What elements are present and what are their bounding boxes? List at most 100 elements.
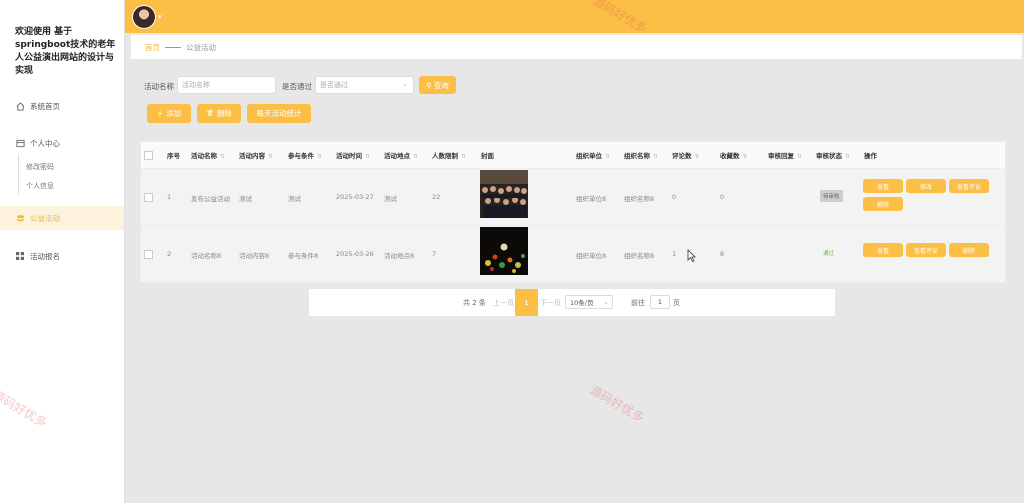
cell-org: 组织名称8 — [624, 252, 655, 260]
activity-table: 序号 活动名称 ⇅ 活动内容 ⇅ 参与条件 ⇅ 活动时间 ⇅ 活动地点 ⇅ 人数限制 ⇅ 封… — [140, 141, 1006, 283]
col-favorites[interactable]: 收藏数 ⇅ — [720, 150, 748, 160]
col-content[interactable]: 活动内容 ⇅ — [239, 150, 273, 160]
col-comments[interactable]: 评论数 ⇅ — [672, 150, 700, 160]
view-comments-button[interactable]: 查看评论 — [906, 243, 946, 257]
cell-comments: 0 — [672, 193, 677, 201]
sidebar-item-label: 公益活动 — [30, 213, 60, 223]
trash-icon: 🗑 — [206, 110, 214, 117]
sidebar-item-center[interactable]: 个人中心 — [0, 131, 124, 155]
submenu-line — [18, 154, 19, 194]
cell-time: 2025-03-26 — [336, 250, 374, 258]
cell-favorites: 8 — [720, 250, 725, 258]
cell-condition: 测试 — [288, 195, 301, 203]
table-row: 2 活动名称8 活动内容8 参与条件8 2025-03-26 活动地点8 7 组… — [141, 226, 1005, 283]
delete-row-button[interactable]: 删除 — [863, 197, 903, 211]
col-actions: 操作 — [864, 152, 877, 160]
add-button[interactable]: + 添加 — [147, 104, 191, 123]
profile-icon — [14, 137, 26, 149]
chevron-down-icon[interactable]: ▾ — [158, 13, 162, 21]
name-input[interactable]: 活动名称 — [177, 76, 276, 94]
cell-name: 发布公益活动 — [191, 195, 230, 203]
cell-content: 测试 — [239, 195, 252, 203]
sidebar-item-label: 活动报名 — [30, 251, 60, 261]
page-unit-label: 页 — [673, 299, 680, 307]
home-icon — [14, 100, 26, 112]
edit-button[interactable]: 修改 — [906, 179, 946, 193]
pass-select[interactable]: 是否通过 ⌄ — [315, 76, 414, 94]
col-org[interactable]: 组织名称 ⇅ — [624, 150, 658, 160]
sidebar: 欢迎使用 基于springboot技术的老年人公益演出网站的设计与实现 系统首页… — [0, 0, 125, 503]
col-index: 序号 — [167, 152, 180, 160]
col-status[interactable]: 审核状态 ⇅ — [816, 150, 850, 160]
breadcrumb-home[interactable]: 首页 — [145, 42, 160, 53]
delete-button-label: 删除 — [216, 109, 232, 118]
delete-row-button[interactable]: 删除 — [949, 243, 989, 257]
avatar[interactable] — [132, 5, 156, 29]
sidebar-item-label: 系统首页 — [30, 101, 60, 111]
goto-page-input[interactable]: 1 — [650, 295, 670, 309]
goto-label: 前往 — [631, 299, 645, 307]
next-page-button[interactable]: 下一页 — [540, 298, 561, 308]
top-bar: ▾ — [125, 0, 1024, 33]
col-cover: 封面 — [481, 152, 494, 160]
page-size-value: 10条/页 — [570, 299, 594, 307]
search-icon: ⚲ — [426, 80, 432, 90]
cell-place: 活动地点8 — [384, 252, 415, 260]
breadcrumb-current: 公益活动 — [186, 42, 216, 52]
mouse-cursor-icon — [687, 249, 696, 262]
pass-select-placeholder: 是否通过 — [320, 81, 348, 89]
col-reply[interactable]: 审核回复 ⇅ — [768, 150, 802, 160]
cell-condition: 参与条件8 — [288, 252, 319, 260]
cell-time: 2025-03-27 — [336, 193, 374, 201]
row-checkbox[interactable] — [144, 250, 153, 259]
chevron-down-icon: ⌄ — [402, 80, 408, 88]
cell-index: 1 — [167, 193, 172, 201]
watermark: 源码好优多 — [587, 382, 647, 425]
cell-org: 组织名称8 — [624, 195, 655, 203]
select-all-checkbox[interactable] — [144, 151, 153, 160]
cover-image[interactable] — [480, 227, 528, 275]
breadcrumb-separator — [165, 46, 181, 48]
cell-content: 活动内容8 — [239, 252, 270, 260]
delete-button[interactable]: 🗑 删除 — [197, 104, 241, 123]
col-limit[interactable]: 人数限制 ⇅ — [432, 150, 466, 160]
stats-button-label: 每天活动统计 — [256, 109, 302, 118]
name-label: 活动名称 — [144, 82, 174, 91]
col-unit[interactable]: 组织单位 ⇅ — [576, 150, 610, 160]
pagination-total: 共 2 条 — [463, 299, 486, 307]
view-comments-button[interactable]: 查看评论 — [949, 179, 989, 193]
stats-button[interactable]: 每天活动统计 — [247, 104, 311, 123]
pagination: 共 2 条 上一页 1 下一页 10条/页 ⌄ 前往 1 页 — [309, 289, 835, 316]
col-place[interactable]: 活动地点 ⇅ — [384, 150, 418, 160]
cell-favorites: 0 — [720, 193, 725, 201]
sidebar-item-change-password[interactable]: 修改密码 — [26, 162, 54, 172]
pass-label: 是否通过 — [282, 82, 312, 91]
cell-limit: 22 — [432, 193, 441, 201]
col-condition[interactable]: 参与条件 ⇅ — [288, 150, 322, 160]
cell-comments: 1 — [672, 250, 677, 258]
app-title: 欢迎使用 基于springboot技术的老年人公益演出网站的设计与实现 — [15, 27, 116, 76]
row-checkbox[interactable] — [144, 193, 153, 202]
col-name[interactable]: 活动名称 ⇅ — [191, 150, 225, 160]
view-button[interactable]: 查看 — [863, 243, 903, 257]
status-badge: 通过 — [823, 251, 835, 257]
cover-image[interactable] — [480, 170, 528, 218]
sidebar-item-signup[interactable]: 活动报名 — [0, 244, 124, 268]
page-size-select[interactable]: 10条/页 ⌄ — [565, 295, 613, 309]
chevron-down-icon: ⌄ — [603, 298, 609, 306]
sidebar-item-activity[interactable]: 公益活动 — [0, 206, 124, 230]
activity-icon — [14, 212, 26, 224]
sidebar-item-home[interactable]: 系统首页 — [0, 94, 124, 118]
query-button[interactable]: ⚲ 查询 — [419, 76, 456, 94]
view-button[interactable]: 查看 — [863, 179, 903, 193]
cell-unit: 组织单位8 — [576, 195, 607, 203]
page-1-button[interactable]: 1 — [515, 289, 538, 316]
sidebar-item-personal-info[interactable]: 个人信息 — [26, 181, 54, 191]
add-button-label: 添加 — [166, 109, 182, 118]
table-header: 序号 活动名称 ⇅ 活动内容 ⇅ 参与条件 ⇅ 活动时间 ⇅ 活动地点 ⇅ 人数限制 ⇅ 封… — [141, 142, 1005, 169]
cell-limit: 7 — [432, 250, 437, 258]
col-time[interactable]: 活动时间 ⇅ — [336, 150, 370, 160]
query-button-label: 查询 — [433, 80, 449, 90]
prev-page-button[interactable]: 上一页 — [493, 298, 514, 308]
status-badge: 待审核 — [820, 190, 843, 202]
